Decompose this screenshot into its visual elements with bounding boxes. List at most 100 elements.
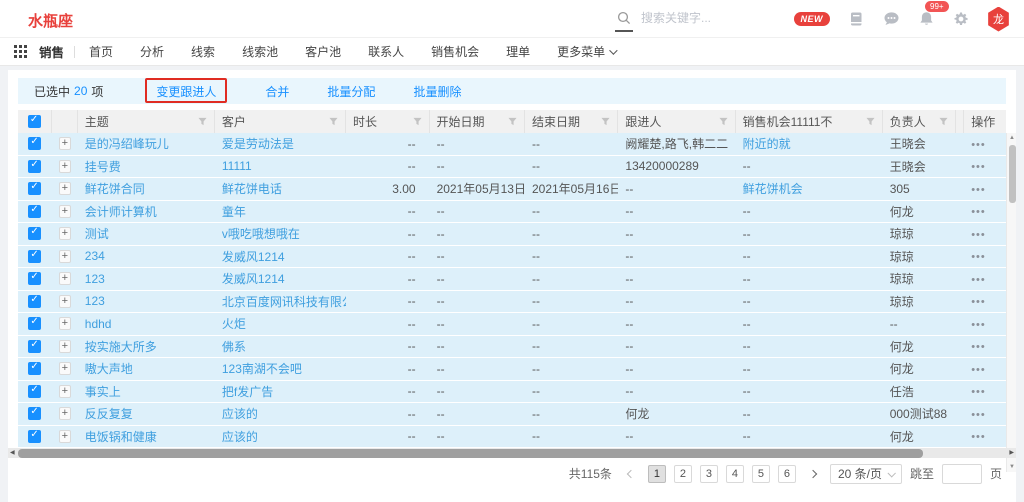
more-dots-icon[interactable]: •••: [971, 341, 986, 353]
row-checkbox[interactable]: [28, 160, 41, 173]
row-checkbox[interactable]: [28, 227, 41, 240]
nav-item-5[interactable]: 联系人: [368, 43, 404, 60]
plus-expander-icon[interactable]: +: [59, 407, 71, 420]
filter-funnel-icon[interactable]: [719, 117, 728, 126]
apps-grid-icon[interactable]: [14, 45, 27, 58]
topic-link[interactable]: 嗷大声地: [85, 362, 133, 376]
nav-item-6[interactable]: 销售机会: [431, 43, 479, 60]
page-button-2[interactable]: 2: [674, 465, 692, 483]
nav-item-1[interactable]: 分析: [140, 43, 164, 60]
filter-funnel-icon[interactable]: [866, 117, 875, 126]
book-icon[interactable]: [847, 10, 865, 28]
topic-link[interactable]: 事实上: [85, 385, 121, 399]
more-dots-icon[interactable]: •••: [971, 319, 986, 331]
nav-item-0[interactable]: 首页: [89, 43, 113, 60]
plus-expander-icon[interactable]: +: [59, 137, 71, 150]
customer-link[interactable]: 爱是劳动法是: [222, 137, 294, 151]
nav-item-3[interactable]: 线索池: [242, 43, 278, 60]
scroll-down-icon[interactable]: [1008, 464, 1016, 470]
customer-link[interactable]: v哦吃哦想哦在: [222, 227, 300, 241]
plus-expander-icon[interactable]: +: [59, 182, 71, 195]
customer-link[interactable]: 123南湖不会吧: [222, 362, 302, 376]
customer-link[interactable]: 火炬: [222, 317, 246, 331]
row-checkbox[interactable]: [28, 430, 41, 443]
nav-item-4[interactable]: 客户池: [305, 43, 341, 60]
more-dots-icon[interactable]: •••: [971, 431, 986, 443]
filter-funnel-icon[interactable]: [329, 117, 338, 126]
more-dots-icon[interactable]: •••: [971, 296, 986, 308]
customer-link[interactable]: 鲜花饼电话: [222, 182, 282, 196]
more-dots-icon[interactable]: •••: [971, 251, 986, 263]
scroll-right-icon[interactable]: [1009, 449, 1014, 456]
jump-page-input[interactable]: [942, 464, 982, 484]
customer-link[interactable]: 应该的: [222, 407, 258, 421]
user-avatar[interactable]: 龙: [987, 7, 1010, 32]
nav-item-7[interactable]: 理单: [506, 43, 530, 60]
topic-link[interactable]: 按实施大所多: [85, 340, 157, 354]
plus-expander-icon[interactable]: +: [59, 205, 71, 218]
more-dots-icon[interactable]: •••: [971, 206, 986, 218]
topic-link[interactable]: 123: [85, 272, 105, 286]
page-button-5[interactable]: 5: [752, 465, 770, 483]
topic-link[interactable]: 鲜花饼合同: [85, 182, 145, 196]
prev-page-button[interactable]: [622, 465, 640, 483]
topic-link[interactable]: 234: [85, 249, 105, 263]
bell-icon[interactable]: 99+: [917, 10, 935, 28]
topic-link[interactable]: 反反复复: [85, 407, 133, 421]
horizontal-scroll-thumb[interactable]: [18, 449, 923, 458]
more-dots-icon[interactable]: •••: [971, 274, 986, 286]
plus-expander-icon[interactable]: +: [59, 317, 71, 330]
row-checkbox[interactable]: [28, 340, 41, 353]
customer-link[interactable]: 童年: [222, 205, 246, 219]
nav-app-sales[interactable]: 销售: [39, 42, 64, 61]
page-button-4[interactable]: 4: [726, 465, 744, 483]
filter-funnel-icon[interactable]: [413, 117, 422, 126]
plus-expander-icon[interactable]: +: [59, 430, 71, 443]
plus-expander-icon[interactable]: +: [59, 272, 71, 285]
row-checkbox[interactable]: [28, 407, 41, 420]
topic-link[interactable]: 是的冯绍峰玩儿: [85, 137, 169, 151]
more-dots-icon[interactable]: •••: [971, 409, 986, 421]
horizontal-scrollbar[interactable]: [8, 448, 1016, 458]
topic-link[interactable]: 测试: [85, 227, 109, 241]
row-checkbox[interactable]: [28, 362, 41, 375]
row-checkbox[interactable]: [28, 385, 41, 398]
nav-item-2[interactable]: 线索: [191, 43, 215, 60]
nav-more-menu[interactable]: 更多菜单: [557, 43, 615, 60]
row-checkbox[interactable]: [28, 137, 41, 150]
gear-icon[interactable]: [952, 10, 970, 28]
page-button-6[interactable]: 6: [778, 465, 796, 483]
more-dots-icon[interactable]: •••: [971, 364, 986, 376]
row-checkbox[interactable]: [28, 205, 41, 218]
topic-link[interactable]: 挂号费: [85, 160, 121, 174]
scroll-left-icon[interactable]: [10, 449, 15, 456]
row-checkbox[interactable]: [28, 317, 41, 330]
row-checkbox[interactable]: [28, 250, 41, 263]
vertical-scrollbar[interactable]: [1006, 133, 1016, 472]
plus-expander-icon[interactable]: +: [59, 340, 71, 353]
plus-expander-icon[interactable]: +: [59, 362, 71, 375]
vertical-scroll-thumb[interactable]: [1009, 145, 1016, 203]
topic-link[interactable]: 会计师计算机: [85, 205, 157, 219]
select-all-checkbox[interactable]: [28, 115, 41, 128]
bulk-action-1[interactable]: 批量分配: [327, 85, 375, 99]
search-input[interactable]: [641, 11, 771, 25]
customer-link[interactable]: 发威风1214: [222, 250, 285, 264]
customer-link[interactable]: 应该的: [222, 430, 258, 444]
scroll-up-icon[interactable]: [1008, 135, 1016, 141]
filter-funnel-icon[interactable]: [601, 117, 610, 126]
customer-link[interactable]: 把f发广告: [222, 385, 273, 399]
plus-expander-icon[interactable]: +: [59, 385, 71, 398]
row-checkbox[interactable]: [28, 295, 41, 308]
more-dots-icon[interactable]: •••: [971, 161, 986, 173]
bulk-action-2[interactable]: 批量删除: [413, 85, 461, 99]
topic-link[interactable]: hdhd: [85, 317, 112, 331]
global-search[interactable]: [615, 9, 771, 27]
filter-funnel-icon[interactable]: [939, 117, 948, 126]
row-checkbox[interactable]: [28, 182, 41, 195]
customer-link[interactable]: 佛系: [222, 340, 246, 354]
customer-link[interactable]: 北京百度网讯科技有限公司: [222, 295, 346, 309]
filter-funnel-icon[interactable]: [508, 117, 517, 126]
change-follower-button[interactable]: 变更跟进人: [145, 79, 227, 104]
bulk-action-0[interactable]: 合并: [265, 85, 289, 99]
